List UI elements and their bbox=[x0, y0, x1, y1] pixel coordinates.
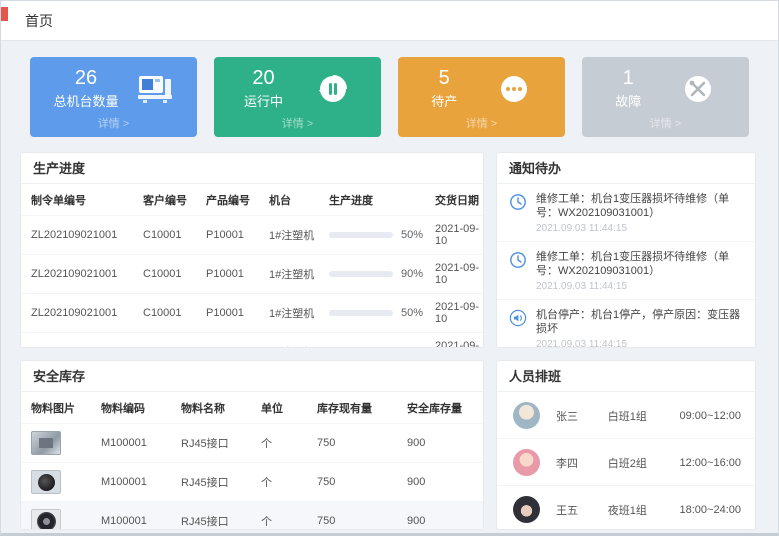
progress-bar bbox=[329, 310, 393, 316]
col-unit: 单位 bbox=[251, 392, 307, 424]
card-detail-link[interactable]: 详情 > bbox=[404, 115, 559, 131]
table-row[interactable]: ZL202109021001 C10001 P10001 1#注塑机 90% 2… bbox=[21, 255, 484, 294]
card-detail-link[interactable]: 详情 > bbox=[588, 115, 743, 131]
standby-icon bbox=[496, 72, 532, 106]
avatar bbox=[513, 449, 540, 476]
notice-time: 2021.09.03 11:44:15 bbox=[536, 339, 745, 348]
col-stock: 库存现有量 bbox=[307, 392, 397, 424]
notice-item[interactable]: 维修工单：机台1变压器损坏待维修（单号：WX202109031001） 2021… bbox=[497, 242, 755, 300]
panel-safety-inventory: 安全库存 物料图片 物料编码 物料名称 单位 库存现有量 安全库存量 bbox=[20, 360, 484, 530]
col-customer: 客户编号 bbox=[133, 184, 196, 216]
col-name: 物料名称 bbox=[171, 392, 251, 424]
schedule-row[interactable]: 李四 白班2组 12:00~16:00 bbox=[497, 439, 755, 486]
material-image bbox=[31, 470, 61, 494]
card-running[interactable]: 20 运行中 详情 > bbox=[214, 57, 381, 137]
schedule-row[interactable]: 王五 夜班1组 18:00~24:00 bbox=[497, 486, 755, 530]
table-row[interactable]: ZL202109021001 C10001 P10001 1#注塑机 50% 2… bbox=[21, 333, 484, 349]
notice-text: 维修工单：机台1变压器损坏待维修（单号：WX202109031001） bbox=[536, 250, 745, 278]
table-header-row: 物料图片 物料编码 物料名称 单位 库存现有量 安全库存量 bbox=[21, 392, 484, 424]
person-shift: 夜班1组 bbox=[608, 502, 680, 518]
tab-home[interactable]: 首页 bbox=[25, 11, 53, 31]
stat-cards: 26 总机台数量 详情 > 20 运行中 bbox=[30, 57, 749, 137]
card-label: 总机台数量 bbox=[53, 91, 118, 110]
card-fault[interactable]: 1 故障 详情 > bbox=[582, 57, 749, 137]
card-label: 运行中 bbox=[244, 91, 283, 110]
card-value: 1 bbox=[615, 67, 641, 89]
panel-personnel-schedule: 人员排班 张三 白班1组 09:00~12:00 李四 白班2组 12:00~1… bbox=[496, 360, 756, 530]
corner-accent bbox=[1, 7, 8, 21]
panel-production-progress: 生产进度 制令单编号 客户编号 产品编号 机台 生产进度 交货日期 bbox=[20, 152, 484, 348]
notice-time: 2021.09.03 11:44:15 bbox=[536, 281, 745, 292]
person-time: 09:00~12:00 bbox=[680, 410, 741, 422]
panel-title: 生产进度 bbox=[21, 153, 483, 184]
person-shift: 白班2组 bbox=[608, 455, 680, 471]
panel-grid: 生产进度 制令单编号 客户编号 产品编号 机台 生产进度 交货日期 bbox=[20, 152, 759, 530]
person-time: 18:00~24:00 bbox=[680, 504, 741, 516]
notice-time: 2021.09.03 11:44:15 bbox=[536, 223, 745, 234]
progress-bar bbox=[329, 271, 393, 277]
col-product: 产品编号 bbox=[196, 184, 259, 216]
col-machine: 机台 bbox=[259, 184, 319, 216]
card-label: 故障 bbox=[615, 91, 641, 110]
table-row[interactable]: M100001 RJ45接口 个 750 900 bbox=[21, 502, 484, 531]
col-order: 制令单编号 bbox=[21, 184, 133, 216]
progress-bar bbox=[329, 232, 393, 238]
table-row[interactable]: M100001 RJ45接口 个 750 900 bbox=[21, 463, 484, 502]
table-row[interactable]: M100001 RJ45接口 个 750 900 bbox=[21, 424, 484, 463]
person-name: 王五 bbox=[556, 502, 608, 518]
machine-icon bbox=[137, 72, 173, 106]
card-detail-link[interactable]: 详情 > bbox=[36, 115, 191, 131]
production-table: 制令单编号 客户编号 产品编号 机台 生产进度 交货日期 ZL202109021… bbox=[21, 184, 484, 348]
panel-title: 人员排班 bbox=[497, 361, 755, 392]
person-name: 李四 bbox=[556, 455, 608, 471]
material-image bbox=[31, 431, 61, 455]
person-time: 12:00~16:00 bbox=[680, 457, 741, 469]
clock-icon bbox=[509, 193, 527, 211]
table-header-row: 制令单编号 客户编号 产品编号 机台 生产进度 交货日期 bbox=[21, 184, 484, 216]
col-code: 物料编码 bbox=[91, 392, 171, 424]
notice-text: 机台停产：机台1停产，停产原因：变压器损坏 bbox=[536, 308, 745, 336]
person-name: 张三 bbox=[556, 408, 608, 424]
col-date: 交货日期 bbox=[425, 184, 484, 216]
speaker-icon bbox=[509, 309, 527, 327]
table-row[interactable]: ZL202109021001 C10001 P10001 1#注塑机 50% 2… bbox=[21, 216, 484, 255]
panel-title: 通知待办 bbox=[497, 153, 755, 184]
notice-text: 维修工单：机台1变压器损坏待维修（单号：WX202109031001） bbox=[536, 192, 745, 220]
card-detail-link[interactable]: 详情 > bbox=[220, 115, 375, 131]
fault-icon bbox=[680, 72, 716, 106]
col-image: 物料图片 bbox=[21, 392, 91, 424]
dashboard-content: 26 总机台数量 详情 > 20 运行中 bbox=[1, 41, 778, 530]
card-value: 20 bbox=[244, 67, 283, 89]
card-value: 5 bbox=[431, 67, 457, 89]
material-image bbox=[31, 509, 61, 530]
card-total-machines[interactable]: 26 总机台数量 详情 > bbox=[30, 57, 197, 137]
avatar bbox=[513, 496, 540, 523]
dashboard-window: 首页 26 总机台数量 详情 > 20 bbox=[0, 0, 779, 536]
table-row[interactable]: ZL202109021001 C10001 P10001 1#注塑机 50% 2… bbox=[21, 294, 484, 333]
col-progress: 生产进度 bbox=[319, 184, 425, 216]
card-label: 待产 bbox=[431, 91, 457, 110]
notice-item[interactable]: 机台停产：机台1停产，停产原因：变压器损坏 2021.09.03 11:44:1… bbox=[497, 300, 755, 348]
top-tab-bar: 首页 bbox=[1, 1, 778, 41]
card-standby[interactable]: 5 待产 详情 > bbox=[398, 57, 565, 137]
running-icon bbox=[315, 72, 351, 106]
avatar bbox=[513, 402, 540, 429]
person-shift: 白班1组 bbox=[608, 408, 680, 424]
panel-title: 安全库存 bbox=[21, 361, 483, 392]
col-safety: 安全库存量 bbox=[397, 392, 484, 424]
notice-item[interactable]: 维修工单：机台1变压器损坏待维修（单号：WX202109031001） 2021… bbox=[497, 184, 755, 242]
inventory-table: 物料图片 物料编码 物料名称 单位 库存现有量 安全库存量 M100001 R bbox=[21, 392, 484, 530]
card-value: 26 bbox=[53, 67, 118, 89]
panel-notices: 通知待办 维修工单：机台1变压器损坏待维修（单号：WX202109031001）… bbox=[496, 152, 756, 348]
schedule-row[interactable]: 张三 白班1组 09:00~12:00 bbox=[497, 392, 755, 439]
clock-icon bbox=[509, 251, 527, 269]
